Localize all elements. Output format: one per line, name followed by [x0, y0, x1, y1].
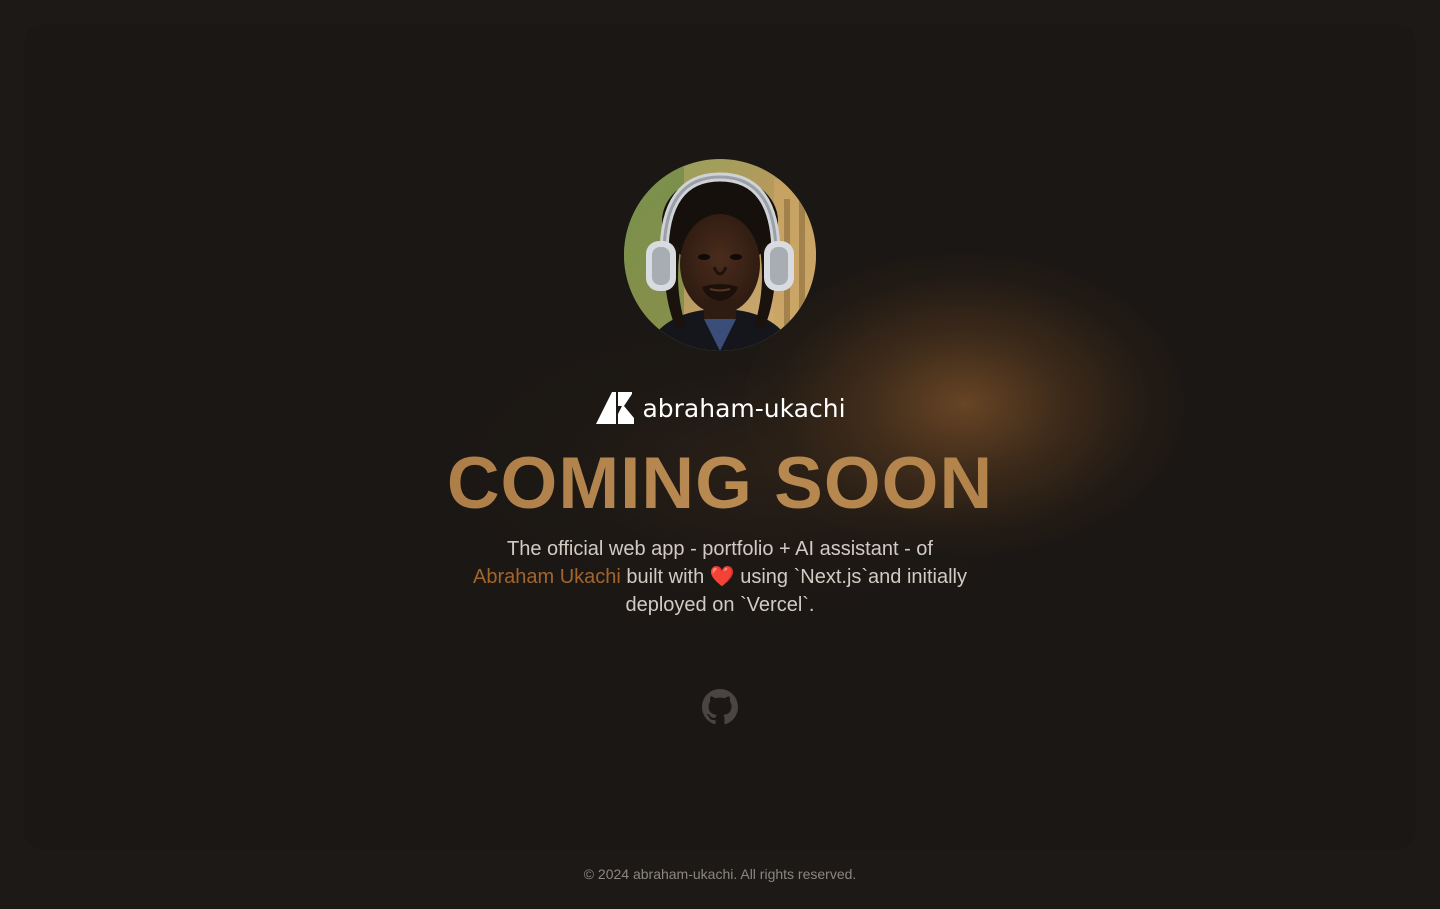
footer-copyright: © 2024 abraham-ukachi. All rights reserv…	[583, 866, 857, 882]
main-card: abraham-ukachi COMING SOON The official …	[24, 24, 1416, 850]
description-text-2: built with	[626, 566, 705, 588]
avatar	[624, 159, 816, 351]
brand[interactable]: abraham-ukachi	[24, 388, 1416, 428]
github-icon[interactable]	[702, 689, 738, 725]
heart-icon: ❤️	[709, 566, 735, 588]
brand-name: abraham-ukachi	[642, 393, 846, 423]
page-title: COMING SOON	[24, 442, 1416, 526]
avatar-image	[624, 159, 816, 351]
description-text-1: The official web app - portfolio + AI as…	[507, 538, 933, 560]
brand-logo-icon	[596, 392, 635, 424]
hero-description: The official web app - portfolio + AI as…	[470, 535, 970, 619]
author-name-link[interactable]: Abraham Ukachi	[473, 566, 621, 588]
coming-soon-page: abraham-ukachi COMING SOON The official …	[0, 0, 1440, 909]
